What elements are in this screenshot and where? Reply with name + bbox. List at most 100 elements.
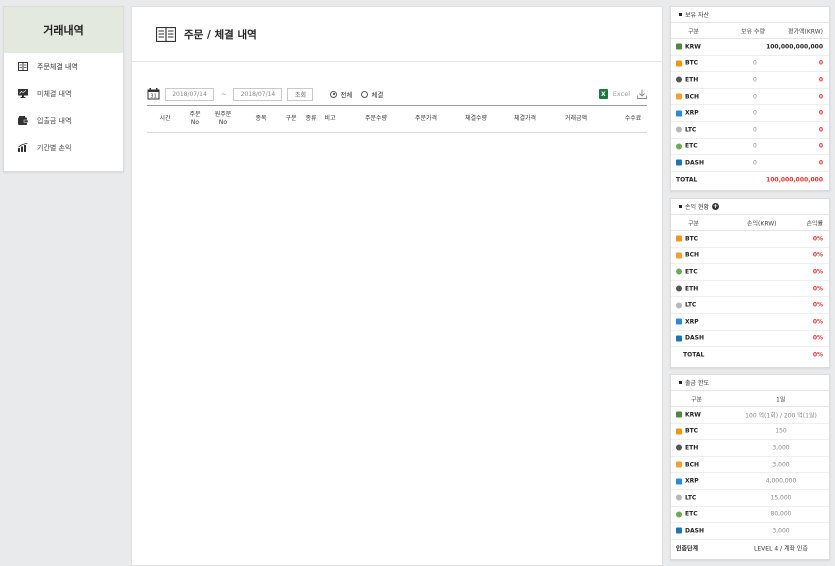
coin-name: KRW (676, 411, 701, 418)
holdings-row: BTC 0 0 (671, 56, 829, 73)
eth-icon (676, 444, 682, 451)
column-header[interactable]: 구분 (285, 115, 296, 123)
coin-label: LTC (685, 126, 697, 134)
column-header[interactable]: 수수료 (625, 115, 642, 123)
coin-name: XRP (676, 478, 699, 485)
profit-row: BCH 0% (671, 248, 829, 265)
holding-value: 0 (818, 59, 823, 67)
coin-label: XRP (685, 109, 699, 117)
column-header[interactable]: 종목 (255, 115, 266, 123)
column-header[interactable]: 주문 No (189, 111, 200, 127)
coin-label: ETC (685, 510, 698, 518)
holding-qty: 0 (753, 109, 757, 117)
coin-label: ETC (685, 142, 698, 150)
withdraw-row: BCH 3,000 (671, 457, 829, 474)
filter-toolbar: 31 2018/07/14 ~ 2018/07/14 조회 전체 체결 X Ex… (147, 83, 647, 105)
profit-rate: 0% (812, 251, 823, 259)
radio-filled-dot[interactable] (361, 90, 369, 98)
svg-text:31: 31 (150, 94, 156, 100)
column-header[interactable]: 원주문 No (215, 111, 232, 127)
radio-all[interactable]: 전체 (330, 89, 352, 99)
header-category: 구분 (688, 220, 700, 227)
coin-name: DASH (676, 159, 704, 166)
calendar-icon[interactable]: 31 (147, 88, 160, 100)
column-header[interactable]: 주문수량 (365, 115, 387, 123)
krw-icon (676, 411, 682, 418)
auth-level-row: 인증단계 LEVEL 4 / 계좌 인증 (671, 540, 829, 557)
holding-qty: 0 (753, 159, 757, 167)
withdraw-row: XRP 4,000,000 (671, 473, 829, 490)
sidebar-item-period-profit[interactable]: 기간별 손익 (4, 134, 123, 161)
eth-icon (676, 76, 682, 83)
coin-name: XRP (676, 318, 699, 325)
sidebar: 거래내역 주문체결 내역 미체결 내역 입출금 내역 기간별 손익 (3, 6, 124, 172)
profit-row: ETC 0% (671, 264, 829, 281)
holding-value: 0 (818, 142, 823, 150)
download-icon[interactable] (637, 89, 647, 99)
coin-name: BCH (676, 461, 699, 468)
sidebar-item-deposit-withdraw[interactable]: 입출금 내역 (4, 107, 123, 134)
column-header[interactable]: 시간 (159, 115, 170, 123)
column-header[interactable]: 체결수량 (465, 115, 487, 123)
holdings-row: XRP 0 0 (671, 105, 829, 122)
profit-rate: 0% (812, 285, 823, 293)
main-panel: 주문 / 체결 내역 31 2018/07/14 ~ 2018/07/14 조회… (131, 6, 663, 566)
excel-download[interactable]: X Excel (598, 89, 647, 99)
radio-all-label: 전체 (340, 91, 353, 99)
withdraw-limit: 100 억(1회) / 200 억(1일) (745, 412, 817, 420)
btc-icon (676, 60, 682, 67)
krw-icon (676, 43, 682, 50)
column-header[interactable]: 거래금액 (565, 115, 587, 123)
withdraw-row: ETC 80,000 (671, 507, 829, 524)
ltc-icon (676, 126, 682, 133)
profit-title-text: 손익 현황 (685, 204, 709, 211)
coin-name: ETC (676, 268, 698, 275)
radio-all-dot[interactable] (330, 90, 338, 98)
sidebar-item-unfilled[interactable]: 미체결 내역 (4, 80, 123, 107)
holdings-title: 보유 자산 (671, 7, 829, 23)
withdraw-row: LTC 15,000 (671, 490, 829, 507)
withdraw-limit: 80,000 (770, 510, 792, 518)
coin-label: ETH (685, 444, 699, 452)
monitor-icon (18, 89, 28, 98)
column-header[interactable]: 주문가격 (415, 115, 437, 123)
header-category: 구분 (688, 28, 700, 35)
column-header[interactable]: 체결가격 (514, 115, 536, 123)
search-button[interactable]: 조회 (287, 87, 314, 101)
profit-header: 구분 손익(KRW) 손익률 (671, 215, 829, 231)
coin-label: DASH (685, 159, 704, 167)
withdraw-row: ETH 3,000 (671, 440, 829, 457)
date-to-input[interactable]: 2018/07/14 (233, 87, 283, 101)
auth-value: LEVEL 4 / 계좌 인증 (754, 545, 808, 553)
coin-label: LTC (685, 494, 697, 502)
withdraw-limit: 4,000,000 (765, 477, 797, 485)
bch-icon (676, 461, 682, 468)
sidebar-item-label: 미체결 내역 (37, 89, 72, 98)
sidebar-item-order-history[interactable]: 주문체결 내역 (4, 53, 123, 80)
eth-icon (676, 285, 682, 292)
holdings-panel: 보유 자산 구분 보유 수량 평가액(KRW) KRW 100,000,000,0… (670, 6, 830, 191)
ltc-icon (676, 302, 682, 309)
column-header[interactable]: 비고 (324, 115, 335, 123)
coin-name: ETC (676, 143, 698, 150)
coin-label: ETC (685, 268, 698, 276)
profit-total-row: TOTAL 0% (671, 347, 829, 364)
column-header[interactable]: 종류 (305, 115, 316, 123)
header-value: 평가액(KRW) (787, 28, 823, 35)
coin-label: BCH (685, 251, 699, 259)
radio-filled[interactable]: 체결 (361, 89, 383, 99)
date-from-input[interactable]: 2018/07/14 (165, 87, 214, 101)
date-separator: ~ (221, 90, 227, 98)
withdraw-limit: 3,000 (772, 461, 790, 469)
coin-name: ETH (676, 76, 698, 83)
withdraw-header: 구분 1일 (671, 391, 829, 407)
etc-icon (676, 511, 682, 518)
etc-icon (676, 143, 682, 150)
sidebar-item-label: 기간별 손익 (37, 143, 72, 152)
plus-icon[interactable]: + (712, 203, 719, 210)
holding-value: 0 (818, 159, 823, 167)
coin-label: DASH (685, 527, 704, 535)
coin-label: XRP (685, 318, 699, 326)
coin-label: BCH (685, 461, 699, 469)
total-value: 100,000,000,000 (766, 176, 823, 184)
